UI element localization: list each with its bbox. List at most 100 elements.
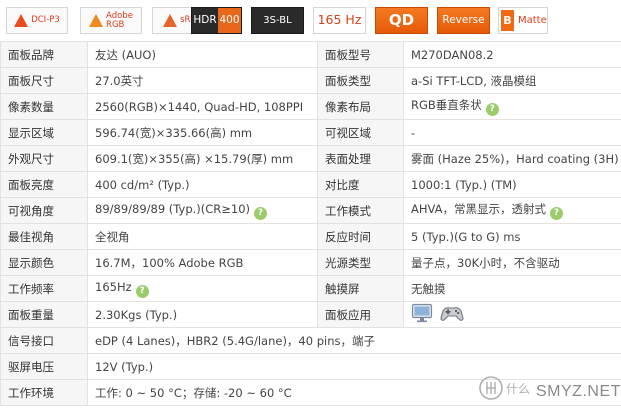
- spec-value-interface: eDP (4 Lanes)，HBR2 (5.4G/lane)，40 pins，端…: [87, 327, 621, 354]
- spec-value-text: 2.30Kgs (Typ.): [95, 307, 178, 322]
- table-row: 面板尺寸 27.0英寸 面板类型 a-Si TFT-LCD, 液晶模组: [0, 67, 621, 94]
- question-help-icon[interactable]: ?: [135, 284, 149, 298]
- hdr-level-label: 400: [218, 8, 241, 33]
- spec-value: a-Si TFT-LCD, 液晶模组: [403, 67, 621, 94]
- spec-label: 反应时间: [317, 223, 404, 250]
- panel-spec-table: 面板品牌 友达 (AUO) 面板型号 M270DAN08.2 面板尺寸 27.0英寸 面板类…: [0, 41, 621, 406]
- question-help-icon[interactable]: ?: [254, 206, 268, 220]
- question-help-icon[interactable]: ?: [550, 207, 564, 220]
- spec-label-environment: 工作环境: [0, 379, 88, 406]
- spec-label-text: 工作模式: [325, 203, 371, 218]
- spec-label: 光源类型: [317, 249, 404, 276]
- table-row: 显示区域 596.74(宽)×335.66(高) mm 可视区域 -: [0, 119, 621, 146]
- spec-value: 89/89/89/89 (Typ.)(CR≥10)?: [87, 197, 318, 224]
- spec-value: 596.74(宽)×335.66(高) mm: [87, 119, 318, 146]
- spec-value-text: 27.0英寸: [95, 73, 144, 88]
- gamepad-icon: [439, 303, 465, 326]
- spec-label-text: 像素数量: [8, 99, 54, 114]
- adobe-rgb-badge: Adobe RGB: [80, 7, 142, 34]
- spec-label-voltage-text: 驱屏电压: [8, 359, 54, 374]
- spec-label-text: 表面处理: [325, 151, 371, 166]
- spec-value-text: 量子点，30K小时，不含驱动: [411, 255, 560, 270]
- spec-label-text: 像素布局: [325, 99, 371, 114]
- spec-value: 2.30Kgs (Typ.): [87, 301, 318, 328]
- spec-label: 显示区域: [0, 119, 88, 146]
- table-row: 面板亮度 400 cd/m² (Typ.) 对比度 1000:1 (Typ.) (TM…: [0, 171, 621, 198]
- table-row: 信号接口 eDP (4 Lanes)，HBR2 (5.4G/lane)，40 pi…: [0, 327, 621, 354]
- spec-label: 可视区域: [317, 119, 404, 146]
- spec-label-text: 触摸屏: [325, 281, 360, 296]
- spec-value-text: 165Hz: [95, 279, 132, 294]
- spec-label-text: 外观尺寸: [8, 151, 54, 166]
- spec-label-text: 反应时间: [325, 229, 371, 244]
- table-row: 外观尺寸 609.1(宽)×355(高) ×15.79(厚) mm 表面处理 雾面 (…: [0, 145, 621, 172]
- spec-value-voltage-text: 12V (Typ.): [95, 359, 154, 374]
- spec-value: 全视角: [87, 223, 318, 250]
- spec-label-voltage: 驱屏电压: [0, 353, 88, 380]
- spec-value: 1000:1 (Typ.) (TM): [403, 171, 621, 198]
- matte-label: Matte: [518, 14, 547, 26]
- table-row: 工作频率 165Hz? 触摸屏 无触摸: [0, 275, 621, 302]
- spec-label-interface-text: 信号接口: [8, 333, 54, 348]
- table-row: 显示颜色 16.7M，100% Adobe RGB 光源类型 量子点，30K小时，不含…: [0, 249, 621, 276]
- spec-label-text: 面板尺寸: [8, 73, 54, 88]
- spec-label: 外观尺寸: [0, 145, 88, 172]
- spec-label-text: 显示区域: [8, 125, 54, 140]
- table-row: 工作环境 工作: 0 ~ 50 °C；存储: -20 ~ 60 °C: [0, 379, 621, 406]
- spec-label-text: 最佳视角: [8, 229, 54, 244]
- spec-value-text: 全视角: [95, 229, 130, 244]
- adobe-rgb-label-line2: RGB: [106, 19, 125, 30]
- matte-badge: B Matte: [498, 7, 548, 34]
- spec-value: 量子点，30K小时，不含驱动: [403, 249, 621, 276]
- spec-label: 面板型号: [317, 41, 404, 68]
- spec-label-text: 面板类型: [325, 73, 371, 88]
- spec-label: 表面处理: [317, 145, 404, 172]
- dci-p3-badge: DCI-P3: [6, 7, 68, 34]
- table-row: 面板品牌 友达 (AUO) 面板型号 M270DAN08.2: [0, 41, 621, 68]
- spec-label: 面板尺寸: [0, 67, 88, 94]
- spec-label-text: 面板型号: [325, 47, 371, 62]
- reverse-badge: Reverse: [437, 7, 490, 34]
- spec-label: 面板亮度: [0, 171, 88, 198]
- spec-value-text: 596.74(宽)×335.66(高) mm: [95, 125, 253, 140]
- monitor-icon: [411, 303, 433, 326]
- spec-label: 面板品牌: [0, 41, 88, 68]
- spec-label: 显示颜色: [0, 249, 88, 276]
- spec-value-text: 友达 (AUO): [95, 47, 156, 62]
- spec-label: 工作频率: [0, 275, 88, 302]
- refresh-rate-label: 165 Hz: [317, 12, 362, 28]
- spec-label-text: 面板应用: [325, 307, 371, 322]
- spec-value: 16.7M，100% Adobe RGB: [87, 249, 318, 276]
- spec-label: 最佳视角: [0, 223, 88, 250]
- spec-value-interface-text: eDP (4 Lanes)，HBR2 (5.4G/lane)，40 pins，端…: [95, 333, 375, 348]
- question-help-icon[interactable]: ?: [485, 103, 499, 116]
- reverse-label: Reverse: [442, 14, 485, 27]
- spec-label: 对比度: [317, 171, 404, 198]
- refresh-rate-badge: 165 Hz: [313, 7, 366, 34]
- spec-value: 165Hz?: [87, 275, 318, 302]
- spec-value-text: 1000:1 (Typ.) (TM): [411, 177, 517, 192]
- hdr400-badge: HDR 400: [191, 7, 242, 34]
- spec-value-text: 2560(RGB)×1440, Quad-HD, 108PPI: [95, 99, 304, 114]
- spec-value-text: RGB垂直条状: [411, 98, 482, 112]
- spec-value-text: 无触摸: [411, 281, 446, 296]
- spec-value-voltage: 12V (Typ.): [87, 353, 621, 380]
- hdr-label: HDR: [192, 8, 218, 33]
- spec-value: M270DAN08.2: [403, 41, 621, 68]
- spec-value-text: AHVA，常黑显示，透射式: [411, 202, 547, 216]
- matte-icon: B: [501, 10, 514, 31]
- spec-value: AHVA，常黑显示，透射式?: [403, 197, 621, 224]
- spec-label-text: 光源类型: [325, 255, 371, 270]
- spec-label: 像素数量: [0, 93, 88, 120]
- backlight-label: 3S-BL: [263, 14, 292, 26]
- spec-value-text: 5 (Typ.)(G to G) ms: [411, 229, 521, 244]
- spec-value-text: a-Si TFT-LCD, 液晶模组: [411, 73, 537, 88]
- spec-value: 609.1(宽)×355(高) ×15.79(厚) mm: [87, 145, 318, 172]
- spec-label: 工作模式: [317, 197, 404, 224]
- spec-label-text: 工作频率: [8, 281, 54, 296]
- table-row: 可视角度 89/89/89/89 (Typ.)(CR≥10)? 工作模式 AHVA，常…: [0, 197, 621, 224]
- spec-label-text: 面板品牌: [8, 47, 54, 62]
- color-gamut-icon: [14, 14, 29, 27]
- quantum-dot-badge: QD: [375, 7, 428, 34]
- spec-label: 可视角度: [0, 197, 88, 224]
